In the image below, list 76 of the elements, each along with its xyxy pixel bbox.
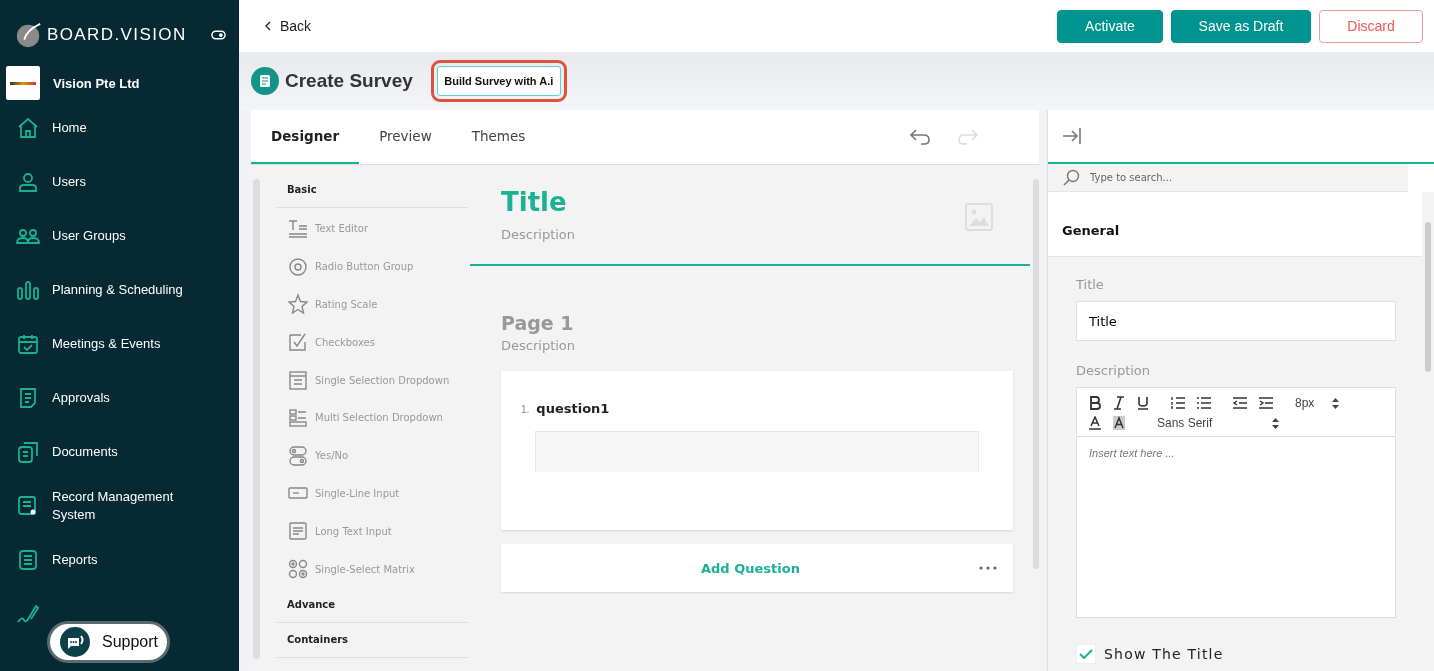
outdent-icon[interactable] xyxy=(1233,397,1247,409)
survey-icon xyxy=(251,67,279,95)
home-icon xyxy=(16,116,40,140)
category-header[interactable]: Containers xyxy=(277,622,468,658)
scrollbar[interactable] xyxy=(1422,192,1434,671)
nav-item[interactable]: Record Management System xyxy=(0,479,239,533)
tab[interactable]: Preview xyxy=(359,110,452,164)
underline-icon[interactable] xyxy=(1137,396,1149,410)
nav-item[interactable]: Users xyxy=(0,155,239,209)
font-size-select[interactable]: 8px xyxy=(1295,396,1340,410)
brand-name: BOARD.VISION xyxy=(47,25,188,45)
checkbox-icon xyxy=(287,331,309,354)
action-button[interactable]: Save as Draft xyxy=(1171,9,1311,43)
toggle-icon[interactable] xyxy=(211,30,226,40)
star-icon xyxy=(287,293,309,316)
bar-chart-icon xyxy=(16,278,40,302)
nav-item[interactable]: Planning & Scheduling xyxy=(0,263,239,317)
action-button[interactable]: Activate xyxy=(1057,9,1163,43)
nav-item[interactable]: Documents xyxy=(0,425,239,479)
rich-text-editor[interactable]: 8px Sans Serif Insert text here ... xyxy=(1076,387,1396,618)
chat-icon xyxy=(60,627,90,657)
text-color-icon[interactable] xyxy=(1089,416,1101,430)
field-icon xyxy=(287,520,309,543)
chevron-left-icon xyxy=(265,21,272,31)
nav-item[interactable]: Approvals xyxy=(0,371,239,425)
discard-button[interactable]: Discard xyxy=(1319,9,1423,43)
tab[interactable]: Themes xyxy=(451,110,546,164)
support-button[interactable]: Support xyxy=(47,621,170,663)
highlight-icon[interactable] xyxy=(1113,416,1125,430)
field-label: Title xyxy=(1076,277,1105,292)
org-name: Vision Pte Ltd xyxy=(53,75,140,91)
logo-icon xyxy=(15,21,43,49)
more-icon[interactable] xyxy=(979,566,997,570)
sort-icon xyxy=(1272,417,1280,429)
checkmark-icon xyxy=(1079,649,1093,659)
indent-icon[interactable] xyxy=(1259,397,1273,409)
category-header[interactable]: Advance xyxy=(277,587,468,623)
category-header[interactable]: Basic xyxy=(277,171,468,208)
question-number: 1. xyxy=(521,404,530,415)
back-link[interactable]: Back xyxy=(265,18,312,34)
text-icon xyxy=(287,217,309,240)
nav-item[interactable]: Reports xyxy=(0,533,239,587)
question-card[interactable]: 1. question1 xyxy=(501,371,1013,530)
nav-item[interactable]: Meetings & Events xyxy=(0,317,239,371)
nav-item[interactable]: User Groups xyxy=(0,209,239,263)
field-label: Description xyxy=(1076,363,1152,378)
scrollbar[interactable] xyxy=(1033,179,1039,569)
ai-build-button[interactable]: Build Survey with A.i xyxy=(436,66,561,96)
title-field[interactable]: Title xyxy=(1076,301,1396,341)
document-icon xyxy=(16,548,40,572)
page-title: Create Survey xyxy=(285,70,413,92)
calendar-icon xyxy=(16,332,40,356)
answer-field[interactable] xyxy=(535,431,979,472)
document-icon xyxy=(16,440,40,464)
sort-icon xyxy=(1332,397,1340,409)
field-icon xyxy=(287,369,309,392)
bullet-list-icon[interactable] xyxy=(1197,397,1211,409)
nav-item[interactable]: Home xyxy=(0,101,239,155)
org-logo xyxy=(6,66,40,100)
numbered-list-icon[interactable] xyxy=(1171,397,1185,409)
question-title[interactable]: question1 xyxy=(536,401,610,416)
show-title-checkbox[interactable]: Show The Title xyxy=(1076,644,1396,664)
field-icon xyxy=(287,406,309,429)
search-bar[interactable]: Type to search... xyxy=(1048,164,1408,192)
collapse-icon[interactable] xyxy=(1062,127,1082,145)
radio-icon xyxy=(287,255,309,278)
italic-icon[interactable] xyxy=(1113,396,1125,410)
font-family-select[interactable]: Sans Serif xyxy=(1157,416,1280,430)
undo-icon[interactable] xyxy=(909,128,931,146)
search-field[interactable]: Type to search... xyxy=(1088,171,1392,184)
checkbox[interactable] xyxy=(1076,644,1096,664)
bold-icon[interactable] xyxy=(1089,396,1101,410)
toggle-icon xyxy=(287,444,309,467)
matrix-icon xyxy=(287,558,309,581)
search-icon xyxy=(1062,168,1080,187)
user-icon xyxy=(16,170,40,194)
